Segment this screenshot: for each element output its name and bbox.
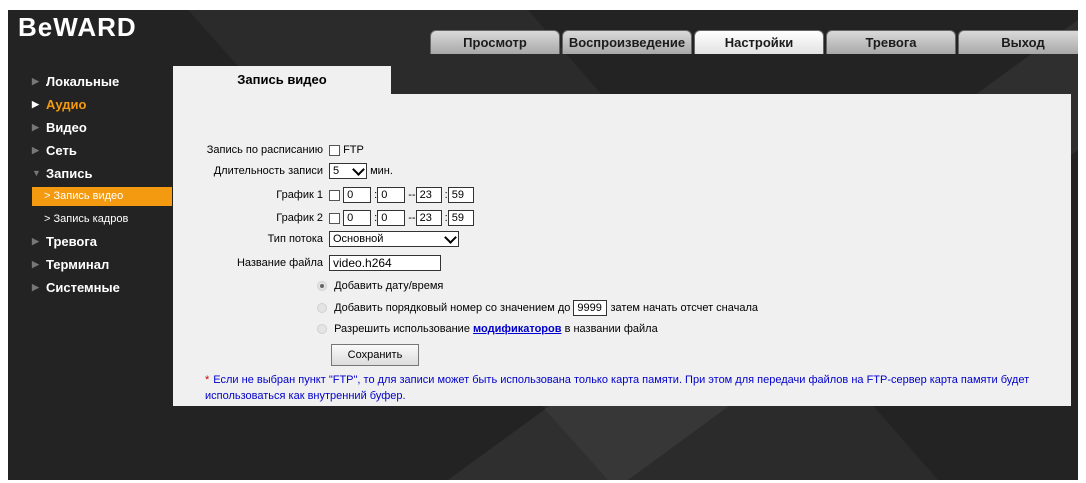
sequence-radio[interactable] <box>317 303 327 314</box>
schedule1-row: График 1 0 :0 -- 23 :59 <box>173 186 623 204</box>
sequence-max-input[interactable]: 9999 <box>573 300 608 317</box>
option-modifiers: Разрешить использование модификаторов в … <box>317 320 917 338</box>
note-text: Если не выбран пункт "FTP", то для запис… <box>205 374 1030 402</box>
arrow-right-icon: ▶ <box>32 122 39 132</box>
sidebar-item-alarm[interactable]: ▶ Тревога <box>30 230 180 253</box>
tab-exit[interactable]: Выход <box>958 30 1078 54</box>
chevron-down-icon <box>352 163 365 176</box>
ftp-label: FTP <box>343 144 364 156</box>
tab-playback[interactable]: Воспроизведение <box>562 30 692 54</box>
schedule-label: Запись по расписанию <box>206 144 323 156</box>
sidebar-item-label: Аудио <box>46 97 87 112</box>
sidebar: ▶ Локальные ▶ Аудио ▶ Видео ▶ Сеть ▼ Запись >… <box>30 70 180 299</box>
save-button[interactable]: Сохранить <box>331 344 419 366</box>
app-frame: BeWARD Просмотр Воспроизведение Настройк… <box>8 10 1078 480</box>
sidebar-subitem-frame-record[interactable]: > Запись кадров <box>32 208 180 230</box>
sidebar-item-label: Тревога <box>46 234 98 249</box>
arrow-down-icon: ▼ <box>32 168 41 178</box>
note-asterisk: * <box>205 374 210 386</box>
arrow-right-icon: ▶ <box>32 145 39 155</box>
schedule1-end-hour[interactable]: 23 <box>415 187 442 204</box>
schedule1-start-hour[interactable]: 0 <box>343 187 372 204</box>
sidebar-subitem-video-record[interactable]: > Запись видео <box>32 187 172 206</box>
tab-view[interactable]: Просмотр <box>430 30 560 54</box>
sidebar-item-label: Запись <box>46 166 93 181</box>
option-datetime: Добавить дату/время <box>317 277 917 295</box>
schedule1-end-minute[interactable]: 59 <box>447 187 474 204</box>
sidebar-item-audio[interactable]: ▶ Аудио <box>30 93 180 116</box>
schedule2-start-minute[interactable]: 0 <box>377 210 406 227</box>
sidebar-subitem-label: Запись кадров <box>53 213 129 225</box>
sidebar-item-label: Сеть <box>46 143 77 158</box>
chevron-down-icon <box>444 231 457 244</box>
filename-label: Название файла <box>236 257 323 269</box>
sidebar-item-label: Локальные <box>46 74 120 89</box>
duration-label: Длительность записи <box>213 165 323 177</box>
arrow-right-icon: ▶ <box>32 282 39 292</box>
modifiers-link[interactable]: модификаторов <box>473 323 561 335</box>
modifiers-radio-suffix: в названии файла <box>564 323 658 335</box>
schedule2-end-hour[interactable]: 23 <box>415 210 442 227</box>
duration-select[interactable]: 5 <box>329 163 367 180</box>
stream-type-select[interactable]: Основной <box>329 231 459 248</box>
modifiers-radio[interactable] <box>317 324 327 335</box>
arrow-right-icon: ▶ <box>32 259 39 269</box>
sidebar-item-label: Системные <box>46 280 120 295</box>
sidebar-item-local[interactable]: ▶ Локальные <box>30 70 180 93</box>
tab-alarm[interactable]: Тревога <box>826 30 956 54</box>
sidebar-item-system[interactable]: ▶ Системные <box>30 276 180 299</box>
sidebar-item-record[interactable]: ▼ Запись <box>30 162 180 185</box>
filename-input[interactable]: video.h264 <box>329 255 441 272</box>
filename-row: Название файла video.h264 <box>173 254 623 272</box>
arrow-right-icon: ▶ <box>32 76 39 86</box>
ftp-note: * Если не выбран пункт "FTP", то для запи… <box>205 372 1035 404</box>
schedule2-label: График 2 <box>276 212 323 224</box>
sidebar-item-network[interactable]: ▶ Сеть <box>30 139 180 162</box>
tab-settings[interactable]: Настройки <box>694 30 824 54</box>
datetime-radio[interactable] <box>317 281 327 292</box>
schedule2-checkbox[interactable] <box>329 212 340 224</box>
sidebar-item-label: Видео <box>46 120 87 135</box>
arrow-right-icon: ▶ <box>32 236 39 246</box>
schedule2-end-minute[interactable]: 59 <box>447 210 474 227</box>
duration-unit: мин. <box>370 165 393 177</box>
schedule1-label: График 1 <box>276 189 323 201</box>
record-settings-panel: Запись по расписанию FTP Длительность за… <box>173 94 1071 406</box>
modifiers-radio-label: Разрешить использование <box>334 323 470 335</box>
option-sequence: Добавить порядковый номер со значением д… <box>317 299 957 317</box>
sidebar-subitem-label: Запись видео <box>53 190 124 202</box>
schedule2-row: График 2 0 :0 -- 23 :59 <box>173 209 623 227</box>
sidebar-item-terminal[interactable]: ▶ Терминал <box>30 253 180 276</box>
sequence-radio-label: Добавить порядковый номер со значением д… <box>334 302 571 314</box>
duration-row: Длительность записи 5 мин. <box>173 162 573 180</box>
schedule1-start-minute[interactable]: 0 <box>377 187 406 204</box>
panel-title-tab: Запись видео <box>173 66 391 94</box>
schedule2-start-hour[interactable]: 0 <box>343 210 372 227</box>
sequence-radio-suffix: затем начать отсчет сначала <box>610 302 759 314</box>
sidebar-item-label: Терминал <box>46 257 110 272</box>
beward-logo: BeWARD <box>18 12 137 42</box>
stream-label: Тип потока <box>267 233 323 245</box>
arrow-right-icon: ▶ <box>32 99 39 109</box>
schedule-row: Запись по расписанию FTP <box>173 141 573 159</box>
sidebar-item-video[interactable]: ▶ Видео <box>30 116 180 139</box>
datetime-radio-label: Добавить дату/время <box>334 280 444 292</box>
ftp-checkbox[interactable] <box>329 144 340 156</box>
stream-row: Тип потока Основной <box>173 230 623 248</box>
schedule1-checkbox[interactable] <box>329 189 340 201</box>
